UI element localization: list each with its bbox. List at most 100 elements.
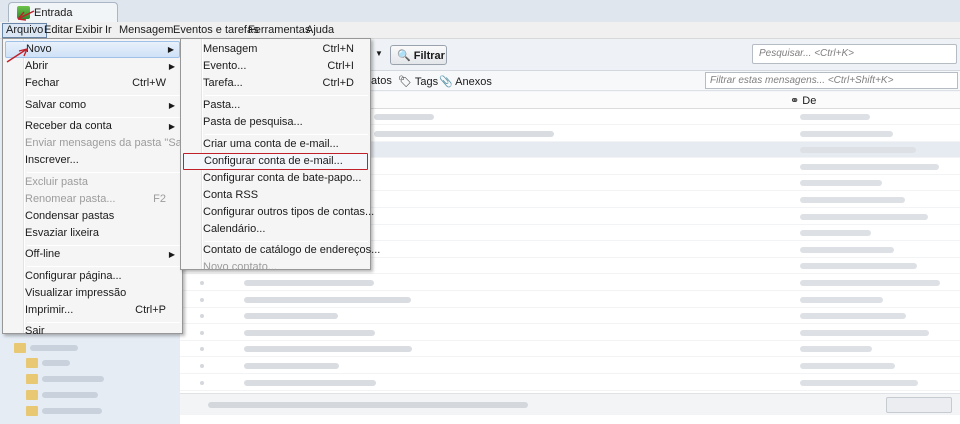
file_menu-item-esvaziar-lixeira[interactable]: Esvaziar lixeira bbox=[5, 225, 180, 242]
quick-filter-contacts[interactable]: tatos bbox=[368, 75, 392, 87]
filter-button[interactable]: 🔍 Filtrar bbox=[390, 45, 447, 65]
quick-filter-tags[interactable]: 🏷 Tags bbox=[398, 75, 438, 88]
new_menu-item-calendario[interactable]: Calendário... bbox=[183, 221, 368, 238]
menu-item-label: Criar uma conta de e-mail... bbox=[203, 137, 339, 150]
table-row[interactable] bbox=[180, 375, 960, 391]
menu-item-label: Off-line bbox=[25, 248, 61, 260]
file-menu: Novo ▶ Abrir ▶ Fechar Ctrl+W Salvar como ▶ Receb… bbox=[2, 38, 201, 337]
menu-ajuda[interactable]: Ajuda bbox=[303, 23, 337, 38]
menu-item-label: Receber da conta bbox=[25, 120, 112, 132]
chevron-down-icon[interactable]: ▼ bbox=[375, 49, 383, 58]
file_menu-item-renomear-pasta: Renomear pasta... F2 bbox=[5, 191, 180, 208]
menu-item-label: Configurar outros tipos de contas... bbox=[203, 205, 375, 218]
menu-editar[interactable]: Editar bbox=[41, 23, 76, 38]
menu-item-label: Mensagem bbox=[203, 43, 258, 55]
message-preview-strip bbox=[180, 393, 960, 415]
menu-item-label: Configurar conta de e-mail... bbox=[204, 154, 343, 167]
folder-icon bbox=[14, 343, 26, 353]
unread-dot-icon bbox=[200, 364, 204, 368]
unread-dot-icon bbox=[200, 330, 204, 335]
file_menu-item-receber-da-conta[interactable]: Receber da conta ▶ bbox=[5, 118, 180, 135]
menu-item-label: Pasta de pesquisa... bbox=[203, 115, 303, 128]
menu-item-label: Enviar mensagens da pasta "Saída" bbox=[25, 137, 201, 149]
file_menu-item-fechar[interactable]: Fechar Ctrl+W bbox=[5, 75, 180, 92]
file_menu-item-imprimir[interactable]: Imprimir... Ctrl+P bbox=[5, 302, 180, 319]
menu-item-label: Imprimir... bbox=[25, 303, 74, 316]
menu-item-label: Renomear pasta... bbox=[25, 192, 116, 205]
table-row[interactable] bbox=[180, 341, 960, 358]
table-row[interactable] bbox=[180, 275, 960, 291]
tag-icon: 🏷 bbox=[398, 76, 412, 88]
new_menu-item-pasta[interactable]: Pasta... bbox=[183, 97, 368, 114]
menu-mensagem[interactable]: Mensagem bbox=[116, 23, 176, 38]
menu-item-label: Pasta... bbox=[203, 98, 241, 111]
download-icon bbox=[17, 6, 30, 19]
menu-item-label: Contato de catálogo de endereços... bbox=[203, 244, 381, 257]
menu-item-label: Esvaziar lixeira bbox=[25, 226, 99, 239]
new_menu-item-configurar-outros-tipos-de-contas[interactable]: Configurar outros tipos de contas... bbox=[183, 204, 374, 221]
menu-exibir[interactable]: Exibir bbox=[72, 23, 106, 38]
menu-ir[interactable]: Ir bbox=[102, 23, 115, 38]
file_menu-item-condensar-pastas[interactable]: Condensar pastas bbox=[5, 208, 180, 225]
folder-icon bbox=[26, 374, 38, 384]
tab-inbox[interactable]: Entrada bbox=[8, 2, 118, 22]
filter-button-label: Filtrar bbox=[413, 50, 445, 62]
menu-item-label: Configurar conta de bate-papo... bbox=[203, 171, 362, 184]
search-input[interactable]: Pesquisar... <Ctrl+K> bbox=[752, 44, 957, 64]
unread-dot-icon bbox=[200, 380, 204, 385]
menu-item-label: Excluir pasta bbox=[25, 175, 88, 188]
menu-item-label: Inscrever... bbox=[25, 154, 79, 166]
menu-item-label: Sair bbox=[25, 325, 45, 337]
file_menu-item-visualizar-impressao[interactable]: Visualizar impressão bbox=[5, 285, 180, 302]
folder-icon bbox=[26, 390, 38, 400]
file_menu-item-inscrever[interactable]: Inscrever... bbox=[5, 152, 180, 169]
file_menu-item-off-line[interactable]: Off-line ▶ bbox=[5, 246, 180, 263]
chevron-right-icon: ▶ bbox=[168, 62, 175, 71]
column-from[interactable]: ⚭ De bbox=[790, 94, 816, 107]
menu-item-shortcut: Ctrl+I bbox=[327, 60, 354, 72]
file_menu-item-salvar-como[interactable]: Salvar como ▶ bbox=[5, 97, 180, 114]
new_menu-item-configurar-conta-de-e-mail[interactable]: Configurar conta de e-mail... bbox=[183, 152, 368, 170]
file_menu-item-configurar-pagina[interactable]: Configurar página... bbox=[5, 268, 180, 285]
table-row[interactable] bbox=[180, 325, 960, 341]
link-icon: ⚭ bbox=[790, 95, 800, 107]
folder-icon bbox=[26, 358, 38, 368]
quick-filter-attachments[interactable]: 📎 Anexos bbox=[439, 75, 492, 88]
menu-item-label: Calendário... bbox=[203, 222, 266, 235]
new_menu-item-mensagem[interactable]: Mensagem Ctrl+N bbox=[183, 41, 368, 58]
preview-button[interactable] bbox=[886, 397, 952, 413]
menu-item-label: Conta RSS bbox=[203, 188, 259, 201]
menu-item-label: Abrir bbox=[25, 60, 49, 72]
tab-title: Entrada bbox=[34, 7, 73, 19]
new_menu-item-configurar-conta-de-bate-papo[interactable]: Configurar conta de bate-papo... bbox=[183, 170, 368, 187]
menu-item-label: Tarefa... bbox=[203, 77, 243, 89]
table-row[interactable] bbox=[180, 292, 960, 308]
menu-item-shortcut: Ctrl+W bbox=[132, 77, 166, 89]
chevron-right-icon: ▶ bbox=[168, 250, 175, 259]
new_menu-item-novo-contato: Novo contato... bbox=[183, 259, 368, 276]
new_menu-item-pasta-de-pesquisa[interactable]: Pasta de pesquisa... bbox=[183, 114, 368, 131]
file_menu-item-sair[interactable]: Sair bbox=[5, 323, 180, 340]
message-filter-input[interactable]: Filtrar estas mensagens... <Ctrl+Shift+K… bbox=[705, 72, 958, 89]
new_menu-item-contato-de-catalogo-de-enderecos[interactable]: Contato de catálogo de endereços... bbox=[183, 242, 380, 259]
menu-item-label: Visualizar impressão bbox=[25, 286, 127, 299]
menu-item-label: Novo bbox=[26, 43, 52, 55]
new_menu-item-conta-rss[interactable]: Conta RSS bbox=[183, 187, 368, 204]
unread-dot-icon bbox=[200, 281, 204, 285]
file_menu-item-abrir[interactable]: Abrir ▶ bbox=[5, 58, 180, 75]
menu-item-shortcut: Ctrl+P bbox=[135, 303, 166, 316]
menu-bar: Arquivo Editar Exibir Ir Mensagem Evento… bbox=[0, 22, 960, 39]
unread-dot-icon bbox=[200, 297, 204, 302]
unread-dot-icon bbox=[200, 347, 204, 352]
table-row[interactable] bbox=[180, 358, 960, 374]
new_menu-item-tarefa[interactable]: Tarefa... Ctrl+D bbox=[183, 75, 368, 92]
menu-item-label: Novo contato... bbox=[203, 261, 277, 274]
menu-item-label: Configurar página... bbox=[25, 269, 122, 282]
new_menu-item-evento[interactable]: Evento... Ctrl+I bbox=[183, 58, 368, 75]
menu-item-shortcut: F2 bbox=[153, 192, 166, 205]
file_menu-item-novo[interactable]: Novo ▶ bbox=[5, 41, 180, 58]
new-submenu: Mensagem Ctrl+N Evento... Ctrl+I Tarefa... Ct… bbox=[180, 38, 380, 273]
paperclip-icon: 📎 bbox=[439, 76, 453, 88]
table-row[interactable] bbox=[180, 308, 960, 325]
new_menu-item-criar-uma-conta-de-e-mail[interactable]: Criar uma conta de e-mail... bbox=[183, 136, 368, 153]
